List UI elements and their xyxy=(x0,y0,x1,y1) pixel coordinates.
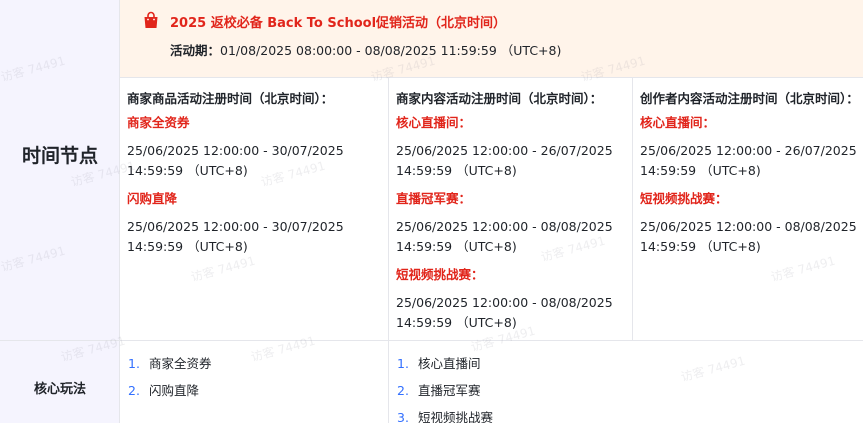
activity-time-range: 25/06/2025 12:00:00 - 30/07/2025 xyxy=(127,143,344,158)
list-number: 3. xyxy=(397,410,409,423)
row-header-column: 时间节点 核心玩法 xyxy=(0,0,120,423)
activity-time-range-end: 14:59:59 （UTC+8) xyxy=(640,163,761,178)
campaign-period: 活动期：01/08/2025 08:00:00 - 08/08/2025 11:… xyxy=(170,40,561,59)
list-item-label: 闪购直降 xyxy=(149,383,200,398)
core-gameplay-row-label: 核心玩法 xyxy=(33,382,86,397)
merchant-gameplay-cell: 1. 商家全资券 2. 闪购直降 xyxy=(120,341,388,423)
activity-time-range: 25/06/2025 12:00:00 - 08/08/2025 xyxy=(396,295,613,310)
list-item-label: 直播冠军赛 xyxy=(418,383,481,398)
shopping-bag-icon xyxy=(144,11,158,28)
row-divider xyxy=(0,340,120,341)
campaign-period-value: 01/08/2025 08:00:00 - 08/08/2025 11:59:5… xyxy=(220,43,562,58)
list-item: 1. 商家全资券 xyxy=(128,350,388,377)
campaign-title: 2025 返校必备 Back To School促销活动（北京时间） xyxy=(170,16,507,31)
list-item: 2. 闪购直降 xyxy=(128,377,388,404)
content-gameplay-list: 1. 核心直播间 2. 直播冠军赛 3. 短视频挑战赛 xyxy=(389,341,863,423)
activity-name: 直播冠军赛： xyxy=(396,191,472,206)
timeline-grid: 商家商品活动注册时间（北京时间）： 商家全资券 25/06/2025 12:00… xyxy=(120,78,863,340)
campaign-banner: 2025 返校必备 Back To School促销活动（北京时间） 活动期：0… xyxy=(120,0,863,78)
creator-content-column: 创作者内容活动注册时间（北京时间）： 核心直播间： 25/06/2025 12:… xyxy=(632,78,863,340)
activity-time-range: 25/06/2025 12:00:00 - 26/07/2025 xyxy=(396,143,613,158)
activity-time-range: 25/06/2025 12:00:00 - 08/08/2025 xyxy=(640,219,857,234)
merchant-gameplay-list: 1. 商家全资券 2. 闪购直降 xyxy=(120,341,388,404)
activity-name: 短视频挑战赛： xyxy=(640,191,728,206)
list-item: 1. 核心直播间 xyxy=(397,350,863,377)
list-item-label: 短视频挑战赛 xyxy=(418,410,494,423)
column-header: 商家商品活动注册时间（北京时间）： xyxy=(127,91,334,106)
column-header: 创作者内容活动注册时间（北京时间）： xyxy=(640,91,859,106)
campaign-period-label: 活动期： xyxy=(170,43,221,58)
activity-time-range-end: 14:59:59 （UTC+8) xyxy=(127,163,248,178)
list-number: 2. xyxy=(397,383,409,398)
list-item: 2. 直播冠军赛 xyxy=(397,377,863,404)
activity-time-range-end: 14:59:59 （UTC+8) xyxy=(396,239,517,254)
list-item-label: 商家全资券 xyxy=(149,356,212,371)
activity-name: 核心直播间： xyxy=(396,115,472,130)
list-item-label: 核心直播间 xyxy=(418,356,481,371)
list-number: 1. xyxy=(128,356,140,371)
activity-time-range: 25/06/2025 12:00:00 - 08/08/2025 xyxy=(396,219,613,234)
core-gameplay-grid: 1. 商家全资券 2. 闪购直降 1. 核心直播间 2. 直播冠军赛 3. 短视频挑战赛 xyxy=(120,340,863,423)
column-header: 商家内容活动注册时间（北京时间）： xyxy=(396,91,603,106)
activity-time-range: 25/06/2025 12:00:00 - 30/07/2025 xyxy=(127,219,344,234)
activity-time-range: 25/06/2025 12:00:00 - 26/07/2025 xyxy=(640,143,857,158)
activity-time-range-end: 14:59:59 （UTC+8) xyxy=(396,315,517,330)
activity-time-range-end: 14:59:59 （UTC+8) xyxy=(396,163,517,178)
merchant-product-column: 商家商品活动注册时间（北京时间）： 商家全资券 25/06/2025 12:00… xyxy=(120,78,388,340)
content-gameplay-cell: 1. 核心直播间 2. 直播冠军赛 3. 短视频挑战赛 xyxy=(388,341,863,423)
activity-name: 商家全资券 xyxy=(127,115,190,130)
list-item: 3. 短视频挑战赛 xyxy=(397,404,863,423)
timeline-row-label: 时间节点 xyxy=(21,145,98,167)
activity-time-range-end: 14:59:59 （UTC+8) xyxy=(640,239,761,254)
activity-time-range-end: 14:59:59 （UTC+8) xyxy=(127,239,248,254)
list-number: 1. xyxy=(397,356,409,371)
activity-name: 核心直播间： xyxy=(640,115,716,130)
activity-name: 短视频挑战赛： xyxy=(396,267,484,282)
list-number: 2. xyxy=(128,383,140,398)
merchant-content-column: 商家内容活动注册时间（北京时间）： 核心直播间： 25/06/2025 12:0… xyxy=(388,78,632,340)
activity-name: 闪购直降 xyxy=(127,191,178,206)
